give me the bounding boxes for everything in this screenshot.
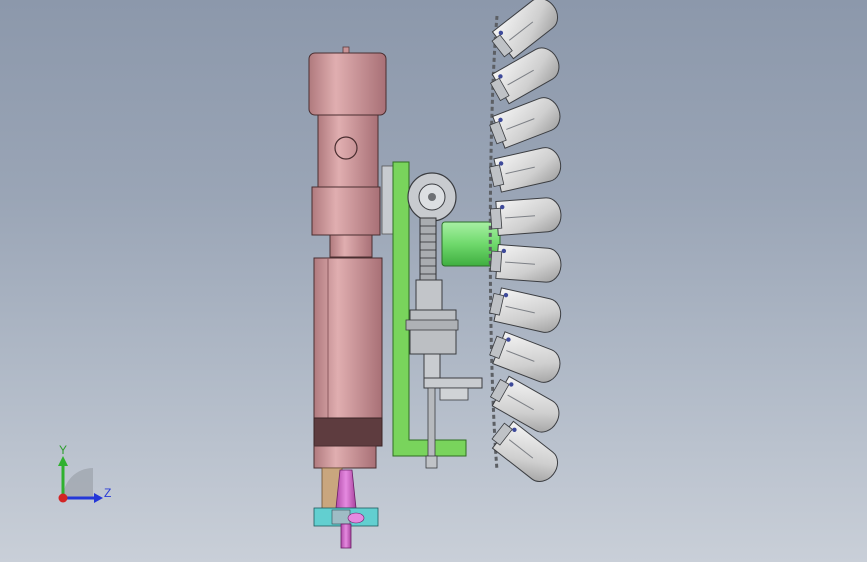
- pocket-clip: [489, 250, 503, 273]
- tool-pocket[interactable]: [489, 197, 562, 236]
- triad-x-axis: [58, 493, 68, 503]
- tool-pocket[interactable]: [487, 93, 565, 150]
- triad-y-label: Y: [59, 443, 67, 457]
- tool-pocket[interactable]: [487, 330, 565, 387]
- tool-holder: [335, 469, 357, 509]
- motor-top-cap: [308, 52, 387, 116]
- cad-viewport[interactable]: Y Z: [0, 0, 867, 562]
- piston-rod: [427, 387, 436, 467]
- view-triad[interactable]: Y Z: [58, 443, 111, 503]
- tool-pocket[interactable]: [487, 373, 565, 437]
- motor-neck: [317, 114, 379, 188]
- motor-coupling: [329, 234, 373, 258]
- tool-clamp: [347, 512, 365, 524]
- gear-strip: [419, 217, 437, 281]
- lever-arm: [415, 279, 443, 311]
- tool-pocket[interactable]: [487, 43, 565, 107]
- tool-bit: [340, 523, 352, 549]
- triad-z-label: Z: [104, 486, 111, 500]
- triad-sphere: [63, 468, 93, 498]
- cylinder-body: [409, 309, 457, 355]
- mounting-frame[interactable]: [381, 161, 483, 469]
- motor-flange: [311, 186, 381, 236]
- tool-pocket[interactable]: [488, 145, 564, 194]
- spindle-band: [313, 417, 383, 447]
- tool-pocket[interactable]: [489, 244, 562, 283]
- pocket-clip: [489, 207, 503, 230]
- tool-pocket[interactable]: [488, 287, 564, 336]
- spindle-housing: [313, 257, 383, 419]
- spindle-assembly[interactable]: [308, 46, 387, 549]
- bracket: [423, 377, 483, 389]
- spindle-nose: [313, 445, 377, 469]
